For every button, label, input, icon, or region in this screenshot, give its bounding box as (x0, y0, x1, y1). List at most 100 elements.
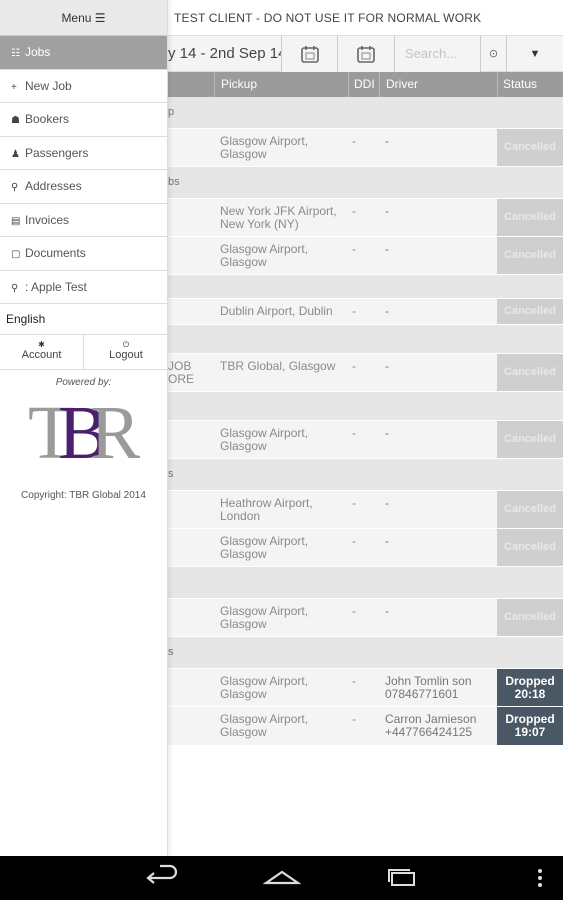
nav-icon: ♟ (11, 148, 20, 160)
date-to-button[interactable] (337, 36, 393, 72)
nav-icon: ☷ (11, 48, 20, 59)
ddi-cell: - (352, 674, 356, 688)
nav-icon: + (11, 81, 17, 93)
ddi-cell: - (352, 304, 356, 318)
status-badge: Cancelled (497, 237, 563, 274)
driver-cell: John Tomlin son 07846771601 (385, 674, 472, 701)
driver-cell: - (385, 204, 389, 218)
nav-item-label: Documents (25, 246, 86, 260)
pickup-cell: Glasgow Airport, Glasgow (220, 134, 309, 161)
ddi-cell: - (352, 534, 356, 548)
menu-toggle-button[interactable]: Menu ☰ (0, 0, 167, 36)
account-button[interactable]: ✱ Account (0, 335, 84, 370)
nav-item-invoices[interactable]: ▤ Invoices (0, 203, 167, 237)
pickup-cell: Glasgow Airport, Glasgow (220, 426, 309, 453)
nav-item-label: Jobs (25, 45, 51, 59)
account-label: Account (21, 349, 62, 361)
nav-item-apple-test[interactable]: ⚲ : Apple Test (0, 270, 167, 304)
search-input[interactable] (405, 46, 477, 61)
top-bar: TEST CLIENT - DO NOT USE IT FOR NORMAL W… (168, 0, 563, 36)
table-row[interactable]: Glasgow Airport, Glasgow - - Cancelled (168, 599, 563, 637)
nav-item-documents[interactable]: ▢ Documents (0, 237, 167, 271)
date-group-label: bs (168, 176, 180, 188)
column-header-pickup[interactable]: Pickup (221, 77, 257, 91)
overflow-menu-button[interactable] (525, 856, 555, 900)
date-range-label[interactable]: y 14 - 2nd Sep 14 (168, 45, 286, 62)
job-ref-cell: JOB ORE (168, 359, 195, 386)
nav-item-label: : Apple Test (25, 279, 87, 294)
jobs-table: p Glasgow Airport, Glasgow - - Cancelled bs New… (168, 97, 563, 746)
account-row: ✱ Account ⏻ Logout (0, 335, 167, 370)
table-row[interactable]: Heathrow Airport, London - - Cancelled (168, 491, 563, 529)
copyright-text: Copyright: TBR Global 2014 (21, 490, 146, 501)
powered-by-label: Powered by: (55, 377, 112, 388)
table-row[interactable]: Glasgow Airport, Glasgow - John Tomlin son 0… (168, 669, 563, 707)
pickup-cell: Glasgow Airport, Glasgow (220, 712, 309, 739)
pickup-cell: Glasgow Airport, Glasgow (220, 604, 309, 631)
nav-item-jobs[interactable]: ☷ Jobs (0, 36, 167, 70)
home-button[interactable] (260, 856, 304, 900)
nav-item-label: New Job (25, 78, 72, 93)
power-icon: ⏻ (122, 340, 130, 349)
table-row[interactable]: JOB ORE TBR Global, Glasgow - - Cancelled (168, 354, 563, 392)
pickup-cell: Dublin Airport, Dublin (220, 304, 333, 318)
status-badge: Dropped 19:07 (497, 707, 563, 745)
nav-item-addresses[interactable]: ⚲ Addresses (0, 170, 167, 204)
ddi-cell: - (352, 496, 356, 510)
search-box (394, 36, 480, 72)
ddi-cell: - (352, 604, 356, 618)
nav-item-passengers[interactable]: ♟ Passengers (0, 136, 167, 170)
nav-item-label: Bookers (25, 112, 70, 126)
calendar-icon (301, 46, 319, 63)
nav-list: ☷ Jobs + New Job ☗ Bookers ♟ Passengers ⚲ Address… (0, 36, 167, 304)
logout-button[interactable]: ⏻ Logout (84, 335, 168, 370)
back-icon (146, 864, 178, 884)
ddi-cell: - (352, 426, 356, 440)
language-selector[interactable]: English (0, 304, 167, 335)
tbr-logo: T B R (28, 394, 140, 466)
date-group-header (168, 567, 563, 599)
date-group-header (168, 325, 563, 354)
ddi-cell: - (352, 204, 356, 218)
status-badge: Cancelled (497, 491, 563, 528)
status-badge: Cancelled (497, 199, 563, 236)
driver-cell: Carron Jamieson +447766424125 (385, 712, 477, 739)
nav-icon: ⚲ (11, 282, 19, 294)
nav-item-label: Invoices (25, 212, 70, 227)
nav-item-label: Addresses (25, 179, 82, 193)
table-row[interactable]: Glasgow Airport, Glasgow - - Cancelled (168, 421, 563, 459)
table-row[interactable]: Glasgow Airport, Glasgow - - Cancelled (168, 529, 563, 567)
nav-icon: ▤ (11, 215, 21, 227)
recents-button[interactable] (380, 856, 424, 900)
table-row[interactable]: Glasgow Airport, Glasgow - - Cancelled (168, 237, 563, 275)
table-row[interactable]: New York JFK Airport, New York (NY) - - Canc… (168, 199, 563, 237)
date-from-button[interactable] (281, 36, 337, 72)
column-header-status[interactable]: Status (503, 77, 537, 91)
client-banner: TEST CLIENT - DO NOT USE IT FOR NORMAL W… (174, 11, 482, 25)
status-badge: Cancelled (497, 299, 563, 324)
status-badge: Cancelled (497, 354, 563, 391)
nav-item-new-job[interactable]: + New Job (0, 69, 167, 103)
home-icon (262, 870, 302, 885)
driver-cell: - (385, 134, 389, 148)
column-header-ddi[interactable]: DDI (354, 77, 375, 91)
ddi-cell: - (352, 242, 356, 256)
table-row[interactable]: Glasgow Airport, Glasgow - Carron Jamieson +… (168, 707, 563, 746)
driver-cell: - (385, 242, 389, 256)
table-row[interactable]: Glasgow Airport, Glasgow - - Cancelled (168, 129, 563, 167)
driver-cell: - (385, 496, 389, 510)
status-badge: Cancelled (497, 421, 563, 458)
filter-dropdown-button[interactable]: ▼ (506, 36, 563, 72)
column-header-driver[interactable]: Driver (386, 77, 418, 91)
date-group-header: bs (168, 167, 563, 199)
pickup-cell: New York JFK Airport, New York (NY) (220, 204, 337, 231)
filter-bar: y 14 - 2nd Sep 14 ⊙ ▼ (168, 36, 563, 72)
back-button[interactable] (140, 856, 184, 900)
pickup-cell: TBR Global, Glasgow (220, 359, 336, 373)
nav-item-bookers[interactable]: ☗ Bookers (0, 103, 167, 137)
driver-cell: - (385, 604, 389, 618)
table-row[interactable]: Dublin Airport, Dublin - - Cancelled (168, 299, 563, 325)
navigation-drawer: Menu ☰ ☷ Jobs + New Job ☗ Bookers ♟ Passengers ⚲… (0, 0, 168, 856)
status-badge: Cancelled (497, 599, 563, 636)
search-go-button[interactable]: ⊙ (480, 36, 506, 72)
